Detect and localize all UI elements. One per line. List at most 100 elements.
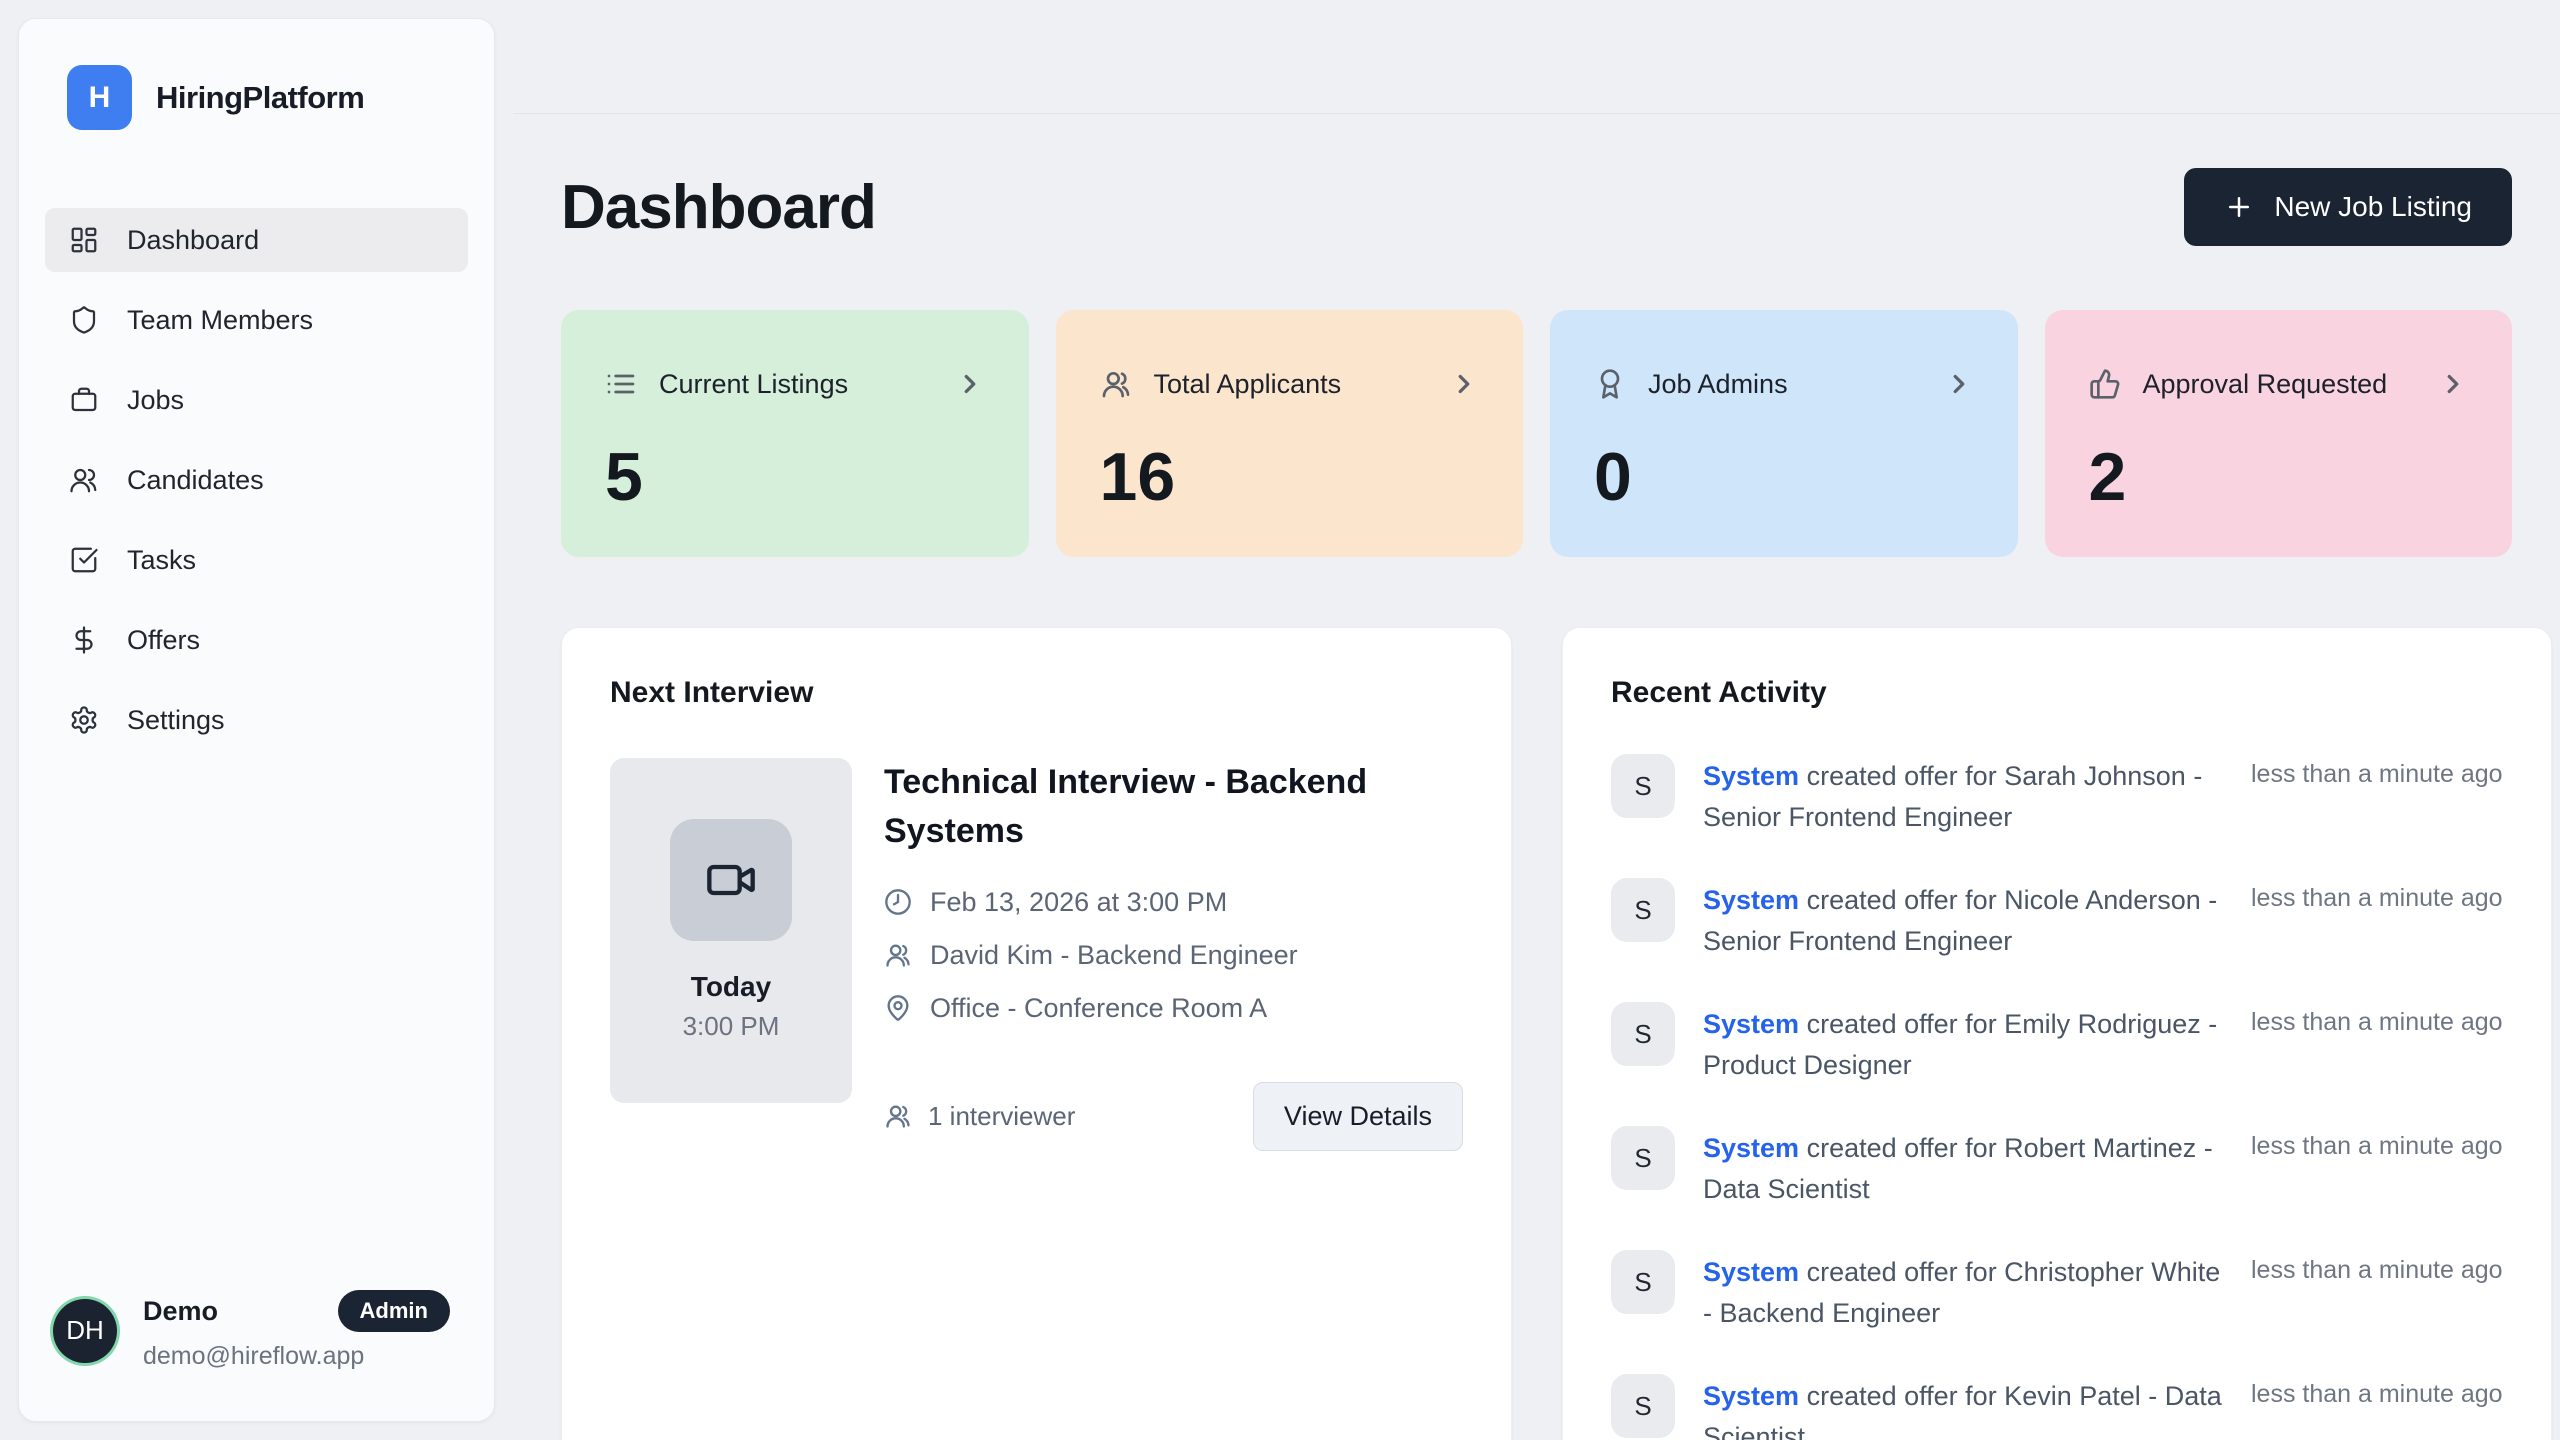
sidebar-toggle-button[interactable]	[575, 49, 591, 65]
sidebar-item-label: Tasks	[127, 545, 196, 576]
page-header: Dashboard New Job Listing	[561, 168, 2512, 246]
stat-label: Approval Requested	[2143, 369, 2417, 400]
sidebar-item-tasks[interactable]: Tasks	[45, 528, 468, 592]
list-icon	[605, 368, 637, 400]
brand: H HiringPlatform	[67, 65, 446, 130]
stat-cards: Current Listings 5 Total Applicants	[561, 310, 2512, 557]
stat-label: Job Admins	[1648, 369, 1922, 400]
stat-card-total-applicants[interactable]: Total Applicants 16	[1056, 310, 1524, 557]
stat-card-current-listings[interactable]: Current Listings 5	[561, 310, 1029, 557]
sidebar-user[interactable]: DH Demo Admin demo@hireflow.app	[45, 1290, 468, 1371]
new-job-listing-label: New Job Listing	[2274, 191, 2472, 223]
activity-row: S System created offer for Robert Martin…	[1611, 1126, 2503, 1210]
interview-footer: 1 interviewer View Details	[884, 1082, 1463, 1151]
activity-timestamp: less than a minute ago	[2251, 878, 2503, 913]
activity-actor[interactable]: System	[1703, 1381, 1799, 1411]
activity-text: System created offer for Robert Martinez…	[1703, 1126, 2223, 1210]
notifications-button[interactable]	[2478, 49, 2494, 65]
chevron-right-icon	[955, 369, 985, 399]
users-icon	[1100, 368, 1132, 400]
page-title: Dashboard	[561, 172, 876, 243]
activity-timestamp: less than a minute ago	[2251, 1126, 2503, 1161]
activity-row: S System created offer for Emily Rodrigu…	[1611, 1002, 2503, 1086]
video-iconbox	[670, 819, 792, 941]
activity-text: System created offer for Sarah Johnson -…	[1703, 754, 2223, 838]
interview-job-title: Technical Interview - Backend Systems	[884, 758, 1463, 857]
activity-avatar: S	[1611, 878, 1675, 942]
activity-actor[interactable]: System	[1703, 885, 1799, 915]
dollar-icon	[69, 625, 99, 655]
interview-details: Technical Interview - Backend Systems Fe…	[884, 758, 1463, 1151]
chevron-right-icon	[1449, 369, 1479, 399]
interviewer-count-label: 1 interviewer	[928, 1101, 1075, 1132]
view-details-button[interactable]: View Details	[1253, 1082, 1463, 1151]
sidebar: H HiringPlatform Dashboard Team Members …	[18, 18, 495, 1422]
sidebar-item-candidates[interactable]: Candidates	[45, 448, 468, 512]
sidebar-item-label: Settings	[127, 705, 225, 736]
chevron-right-icon	[2438, 369, 2468, 399]
activity-row: S System created offer for Christopher W…	[1611, 1250, 2503, 1334]
activity-actor[interactable]: System	[1703, 1257, 1799, 1287]
activity-timestamp: less than a minute ago	[2251, 754, 2503, 789]
sidebar-item-offers[interactable]: Offers	[45, 608, 468, 672]
activity-actor[interactable]: System	[1703, 761, 1799, 791]
map-pin-icon	[884, 994, 912, 1022]
main-area: Dashboard New Job Listing Current Listin…	[513, 0, 2560, 1440]
activity-avatar: S	[1611, 754, 1675, 818]
stat-value: 2	[2089, 438, 2469, 516]
activity-avatar: S	[1611, 1374, 1675, 1438]
stat-value: 0	[1594, 438, 1974, 516]
sidebar-item-label: Team Members	[127, 305, 313, 336]
interview-location-row: Office - Conference Room A	[884, 993, 1463, 1024]
interview-date-tile: Today 3:00 PM	[610, 758, 852, 1103]
interview-location: Office - Conference Room A	[930, 993, 1267, 1024]
award-icon	[1594, 368, 1626, 400]
clock-icon	[884, 888, 912, 916]
gear-icon	[69, 705, 99, 735]
sidebar-item-label: Dashboard	[127, 225, 259, 256]
chevron-right-icon	[1944, 369, 1974, 399]
brand-logo: H	[67, 65, 132, 130]
stat-value: 16	[1100, 438, 1480, 516]
role-badge: Admin	[338, 1290, 450, 1332]
stat-card-approval-requested[interactable]: Approval Requested 2	[2045, 310, 2513, 557]
sidebar-item-label: Candidates	[127, 465, 264, 496]
new-job-listing-button[interactable]: New Job Listing	[2184, 168, 2512, 246]
sidebar-nav: Dashboard Team Members Jobs Candidates T…	[45, 208, 468, 768]
sidebar-item-jobs[interactable]: Jobs	[45, 368, 468, 432]
sidebar-item-settings[interactable]: Settings	[45, 688, 468, 752]
sidebar-item-dashboard[interactable]: Dashboard	[45, 208, 468, 272]
thumbs-up-icon	[2089, 368, 2121, 400]
users-icon	[884, 941, 912, 969]
recent-activity-panel: Recent Activity S System created offer f…	[1562, 627, 2552, 1440]
activity-list: S System created offer for Sarah Johnson…	[1611, 754, 2503, 1440]
users-icon	[69, 465, 99, 495]
topbar	[513, 0, 2560, 114]
activity-row: S System created offer for Kevin Patel -…	[1611, 1374, 2503, 1440]
interview-person-row: David Kim - Backend Engineer	[884, 940, 1463, 971]
interview-day: Today	[691, 971, 771, 1003]
activity-actor[interactable]: System	[1703, 1133, 1799, 1163]
video-icon	[705, 854, 757, 906]
sidebar-item-team-members[interactable]: Team Members	[45, 288, 468, 352]
activity-text: System created offer for Emily Rodriguez…	[1703, 1002, 2223, 1086]
activity-avatar: S	[1611, 1126, 1675, 1190]
interview-time: 3:00 PM	[683, 1011, 780, 1042]
activity-text: System created offer for Nicole Anderson…	[1703, 878, 2223, 962]
next-interview-title: Next Interview	[610, 676, 1463, 710]
stat-card-job-admins[interactable]: Job Admins 0	[1550, 310, 2018, 557]
activity-avatar: S	[1611, 1250, 1675, 1314]
briefcase-icon	[69, 385, 99, 415]
activity-text: System created offer for Christopher Whi…	[1703, 1250, 2223, 1334]
sidebar-item-label: Jobs	[127, 385, 184, 416]
interview-card: Today 3:00 PM Technical Interview - Back…	[610, 758, 1463, 1151]
dashboard-icon	[69, 225, 99, 255]
interview-person: David Kim - Backend Engineer	[930, 940, 1298, 971]
activity-actor[interactable]: System	[1703, 1009, 1799, 1039]
activity-text: System created offer for Kevin Patel - D…	[1703, 1374, 2223, 1440]
activity-avatar: S	[1611, 1002, 1675, 1066]
interview-datetime: Feb 13, 2026 at 3:00 PM	[930, 887, 1227, 918]
content: Dashboard New Job Listing Current Listin…	[513, 114, 2560, 1440]
activity-row: S System created offer for Nicole Anders…	[1611, 878, 2503, 962]
activity-timestamp: less than a minute ago	[2251, 1002, 2503, 1037]
